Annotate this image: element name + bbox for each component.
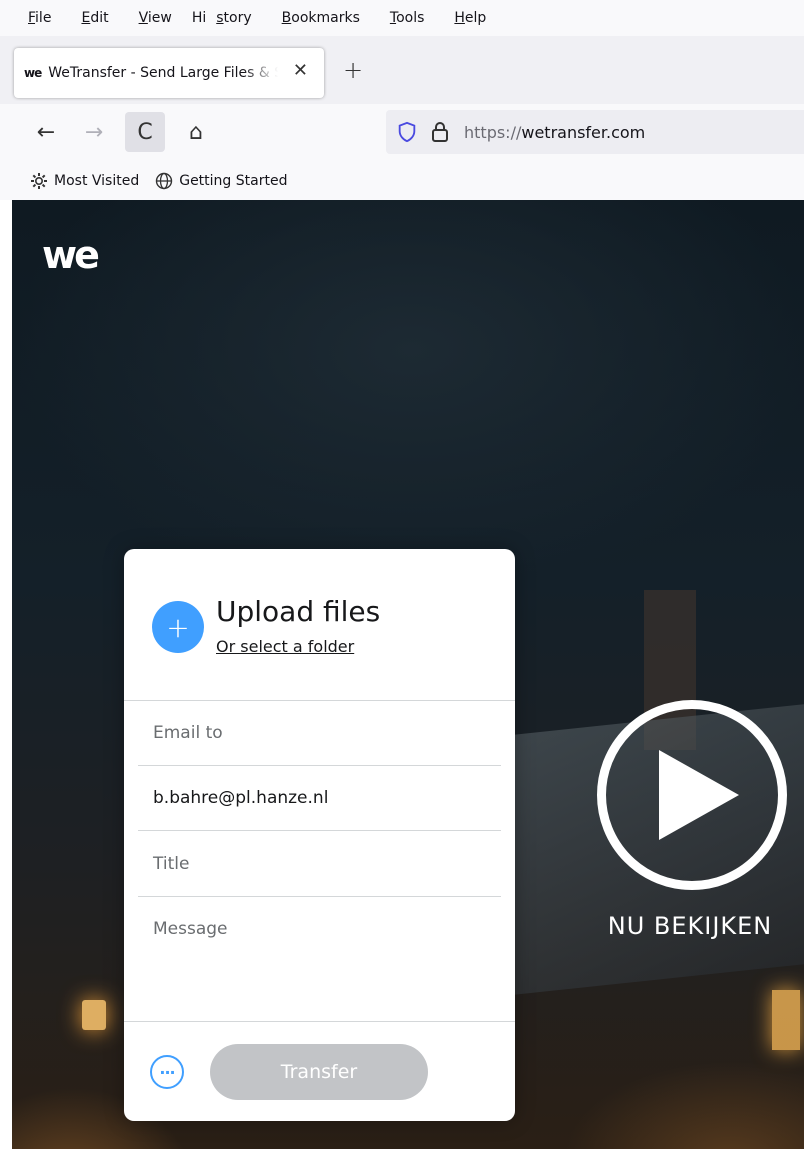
- menu-history[interactable]: Hi story: [192, 10, 262, 26]
- navigation-bar: ← → C ⌂ https://wetransfer.com: [0, 104, 804, 162]
- forward-button[interactable]: →: [74, 112, 114, 152]
- tab-wetransfer[interactable]: we WeTransfer - Send Large Files & Share…: [14, 48, 324, 98]
- add-files-button[interactable]: +: [152, 601, 204, 653]
- upload-card: + Upload files Or select a folder Email …: [124, 549, 515, 1121]
- url-protocol: https://: [464, 122, 522, 142]
- email-to-field[interactable]: Email to: [138, 701, 501, 766]
- upload-area[interactable]: + Upload files Or select a folder: [124, 549, 515, 701]
- message-field[interactable]: Message: [138, 897, 501, 1021]
- more-options-button[interactable]: ···: [150, 1055, 184, 1089]
- menu-bar: File Edit View Hi story Bookmarks Tools H…: [0, 0, 804, 36]
- bookmark-label: Getting Started: [179, 173, 288, 189]
- close-tab-icon[interactable]: ✕: [293, 60, 308, 81]
- menu-help[interactable]: Help: [444, 10, 496, 26]
- menu-tools[interactable]: Tools: [380, 10, 435, 26]
- select-folder-link[interactable]: Or select a folder: [216, 637, 354, 656]
- upload-files-title[interactable]: Upload files: [216, 595, 380, 628]
- title-field[interactable]: Title: [138, 832, 501, 897]
- bookmark-label: Most Visited: [54, 173, 140, 189]
- shield-icon[interactable]: [396, 121, 418, 143]
- transfer-button[interactable]: Transfer: [210, 1044, 428, 1100]
- wetransfer-logo[interactable]: we: [42, 236, 100, 274]
- url-bar[interactable]: https://wetransfer.com: [386, 110, 804, 154]
- bookmarks-toolbar: Most Visited Getting Started: [0, 162, 804, 200]
- bookmark-most-visited[interactable]: Most Visited: [30, 172, 139, 190]
- back-button[interactable]: ←: [26, 112, 66, 152]
- lock-icon[interactable]: [430, 121, 450, 143]
- tab-title: WeTransfer - Send Large Files & Share Ph…: [48, 65, 278, 81]
- card-footer: ··· Transfer: [124, 1021, 515, 1121]
- background-lantern: [82, 1000, 106, 1030]
- tab-strip: we WeTransfer - Send Large Files & Share…: [0, 36, 804, 104]
- menu-view[interactable]: View: [129, 10, 182, 26]
- menu-edit[interactable]: Edit: [71, 10, 118, 26]
- watch-video[interactable]: NU BEKIJKEN: [592, 700, 792, 940]
- watch-label[interactable]: NU BEKIJKEN: [588, 912, 792, 940]
- email-value-field[interactable]: b.bahre@pl.hanze.nl: [138, 766, 501, 831]
- globe-icon: [156, 172, 173, 190]
- menu-bookmarks[interactable]: Bookmarks: [272, 10, 370, 26]
- wetransfer-favicon-icon: we: [24, 66, 42, 80]
- new-tab-button[interactable]: +: [343, 56, 363, 84]
- menu-file[interactable]: File: [18, 10, 61, 26]
- url-host: wetransfer.com: [521, 122, 646, 142]
- play-button[interactable]: [597, 700, 787, 890]
- background-window: [772, 990, 800, 1050]
- bookmark-getting-started[interactable]: Getting Started: [155, 172, 287, 190]
- play-icon: [659, 750, 739, 840]
- gear-icon: [31, 173, 47, 189]
- reload-button[interactable]: C: [125, 112, 165, 152]
- home-button[interactable]: ⌂: [176, 112, 216, 152]
